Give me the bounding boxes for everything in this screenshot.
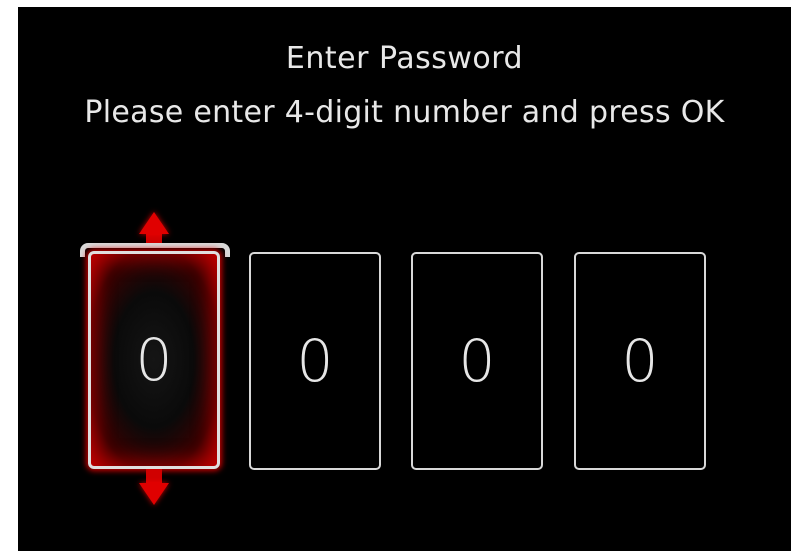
password-dialog: Enter Password Please enter 4-digit numb… [18, 7, 791, 551]
pin-digit-2[interactable]: 0 [249, 252, 381, 470]
arrow-down-icon[interactable] [139, 483, 169, 505]
arrow-down-icon-stem [146, 469, 162, 484]
pin-digit-2-value: 0 [296, 327, 334, 395]
dialog-title: Enter Password [285, 41, 524, 76]
pin-digit-1[interactable]: 0 [88, 251, 220, 469]
pin-digit-1-value: 0 [135, 326, 173, 394]
pin-digit-4[interactable]: 0 [574, 252, 706, 470]
pin-digit-3[interactable]: 0 [411, 252, 543, 470]
pin-digit-3-value: 0 [458, 327, 496, 395]
pin-digit-4-value: 0 [621, 327, 659, 395]
dialog-instruction: Please enter 4-digit number and press OK [84, 95, 725, 130]
arrow-up-icon[interactable] [139, 212, 169, 234]
